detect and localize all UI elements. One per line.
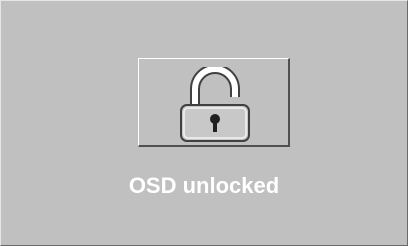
- osd-dialog: OSD unlocked: [0, 0, 408, 246]
- unlocked-padlock-icon: [180, 67, 250, 142]
- osd-status-text: OSD unlocked: [128, 173, 280, 198]
- lock-icon-frame: [138, 58, 290, 147]
